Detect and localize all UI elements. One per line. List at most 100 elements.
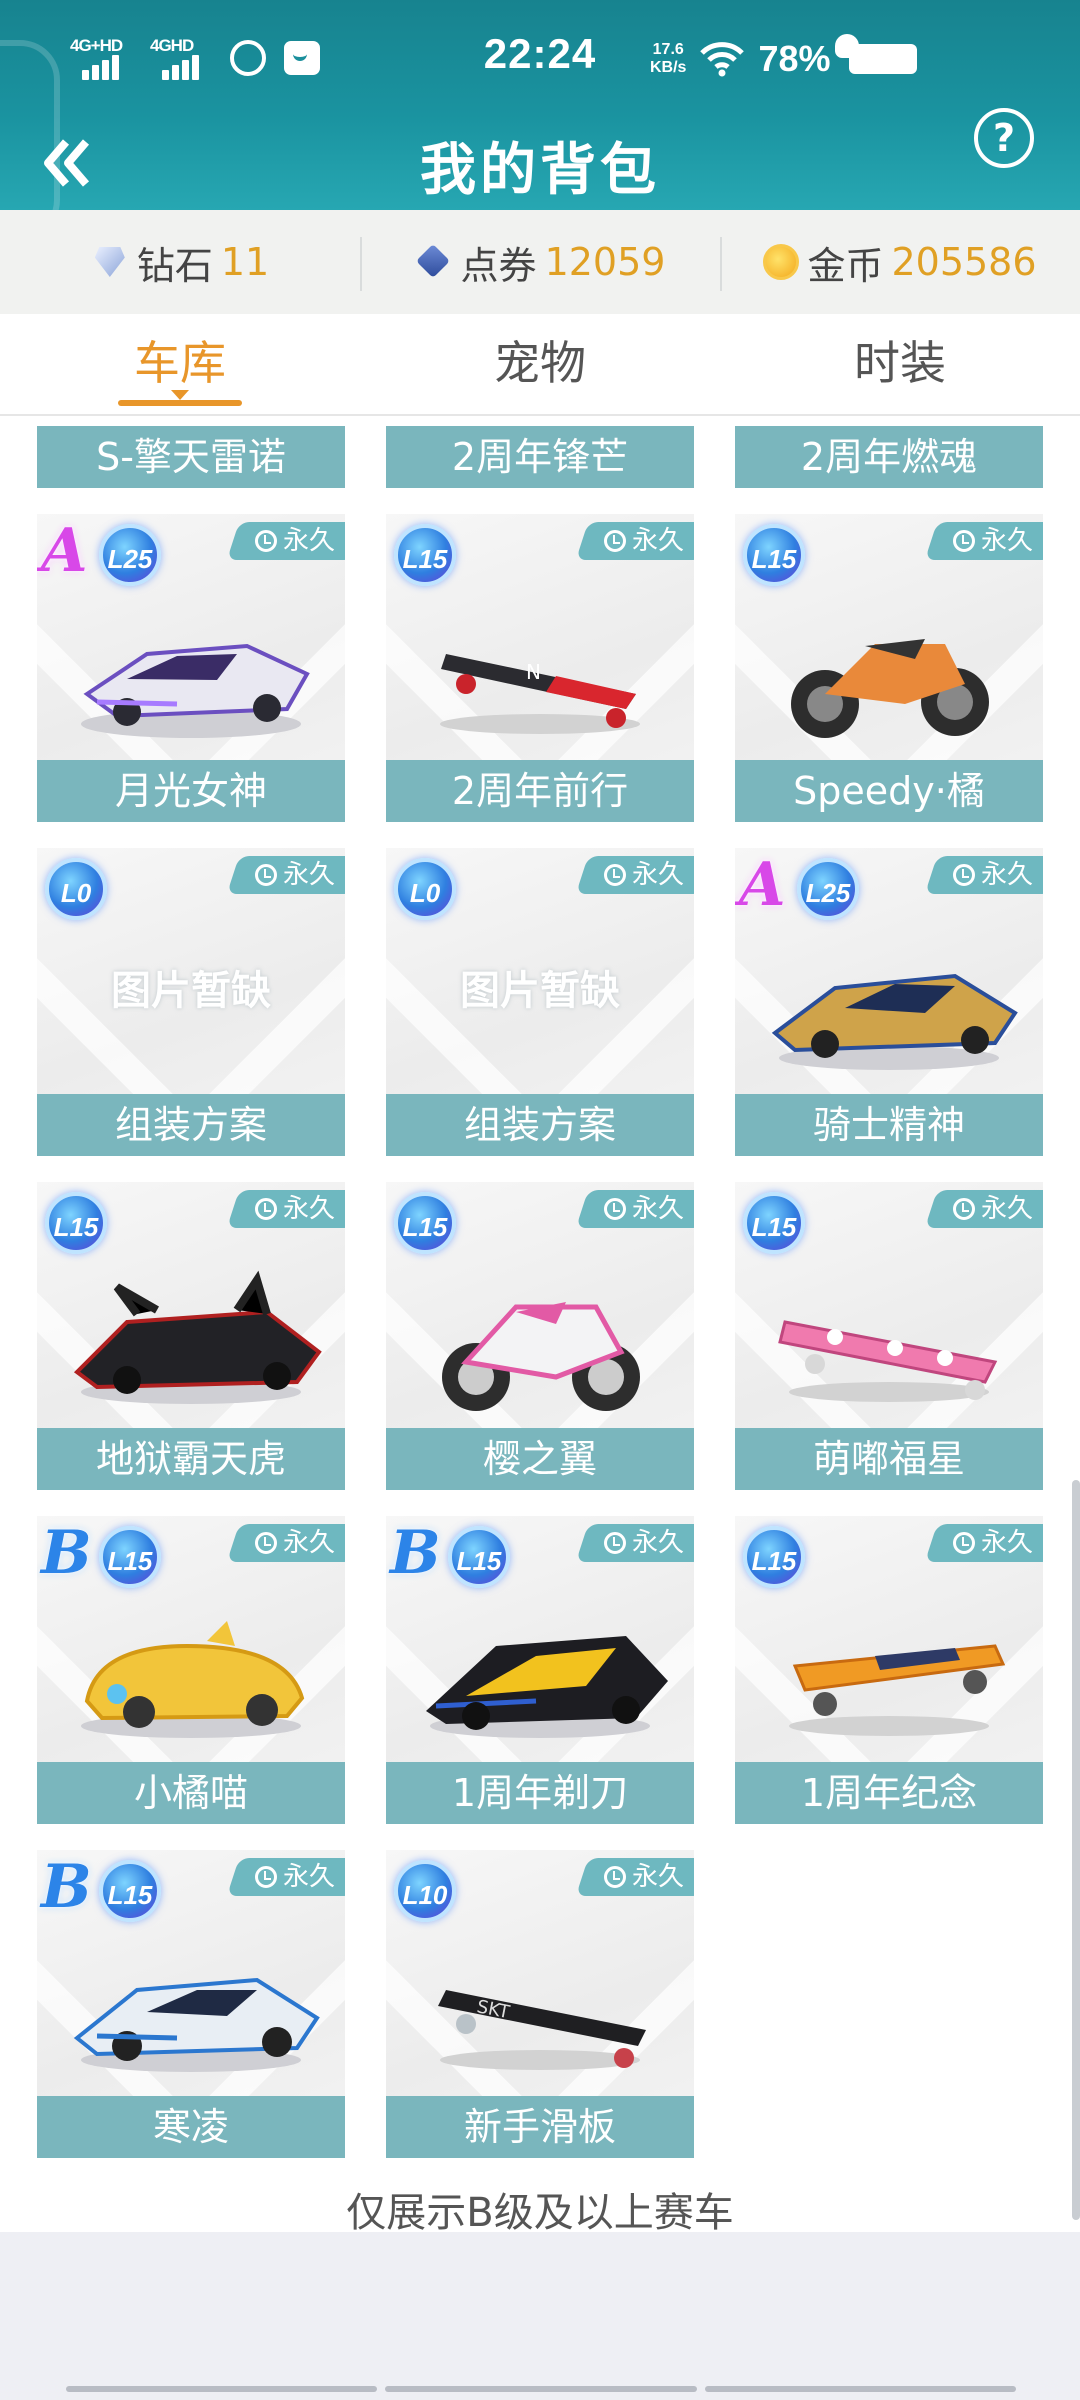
clock-icon <box>603 1532 626 1554</box>
level-badge: L0 <box>394 858 456 920</box>
permanent-tag: 永久 <box>575 856 694 894</box>
currency-value: 12059 <box>544 240 666 284</box>
tab-label: 宠物 <box>494 336 586 390</box>
scrollbar[interactable] <box>1072 1480 1080 2220</box>
currency-value: 205586 <box>891 240 1037 284</box>
clock-icon <box>254 1866 277 1888</box>
battery-level: 78% <box>758 38 831 79</box>
network-speed: 17.6 KB/s <box>650 41 686 77</box>
level-badge: L15 <box>99 1526 161 1588</box>
level-badge: L15 <box>743 1526 805 1588</box>
level-badge: L10 <box>394 1860 456 1922</box>
item-name: S-擎天雷诺 <box>37 426 345 488</box>
network-speed-unit: KB/s <box>650 59 687 76</box>
permanent-label: 永久 <box>631 860 684 890</box>
permanent-label: 永久 <box>631 1528 684 1558</box>
permanent-tag: 永久 <box>226 522 345 560</box>
item-image <box>789 1644 1006 1736</box>
level-badge: L0 <box>45 858 107 920</box>
garage-item[interactable]: B L15 永久 小橘喵 <box>37 1516 345 1824</box>
garage-item[interactable]: 2周年燃魂 <box>735 426 1043 488</box>
garage-item[interactable]: B L15 永久 寒凌 <box>37 1850 345 2158</box>
garage-grid: S-擎天雷诺 2周年锋芒 2周年燃魂 A L25 永久 月光女神 N L15 永久 2周年前行… <box>0 418 1080 2233</box>
garage-item[interactable]: A L25 永久 骑士精神 <box>735 848 1043 1156</box>
garage-item[interactable]: L15 永久 Speedy·橘 <box>735 514 1043 822</box>
level-badge: L15 <box>394 524 456 586</box>
item-name: 组装方案 <box>37 1094 345 1156</box>
permanent-tag: 永久 <box>924 1524 1043 1562</box>
item-name: 2周年锋芒 <box>386 426 694 488</box>
garage-item[interactable]: B L15 永久 1周年剃刀 <box>386 1516 694 1824</box>
currency-label: 点券 <box>460 243 537 288</box>
battery-icon <box>834 34 917 74</box>
permanent-tag: 永久 <box>924 856 1043 894</box>
item-name: 地狱霸天虎 <box>37 1428 345 1490</box>
garage-item[interactable]: N L15 永久 2周年前行 <box>386 514 694 822</box>
footnote: 仅展示B级及以上赛车 <box>346 2190 734 2236</box>
currency-label: 钻石 <box>136 243 213 288</box>
permanent-tag: 永久 <box>924 522 1043 560</box>
item-name: Speedy·橘 <box>735 760 1043 822</box>
level-badge: L15 <box>743 524 805 586</box>
permanent-label: 永久 <box>980 1528 1033 1558</box>
app-header: 4G+HD 4GHD 22:24 17.6 KB/s 78% 我的背包 ? <box>0 0 1080 210</box>
diamond-icon <box>91 247 129 277</box>
garage-item[interactable]: L15 永久 樱之翼 <box>386 1182 694 1490</box>
tab-bar: 车库 宠物 时装 <box>0 314 1080 416</box>
permanent-label: 永久 <box>282 1194 335 1224</box>
item-name: 萌嘟福星 <box>735 1428 1043 1490</box>
tab-pets[interactable]: 宠物 <box>360 314 720 414</box>
svg-text:SKT: SKT <box>475 1996 512 2023</box>
item-image <box>791 639 989 738</box>
rank-badge: A <box>41 516 88 586</box>
garage-item[interactable]: S-擎天雷诺 <box>37 426 345 488</box>
clock-icon <box>952 864 975 886</box>
tab-garage[interactable]: 车库 <box>0 314 360 414</box>
svg-text:N: N <box>526 660 541 684</box>
help-button[interactable]: ? <box>974 108 1034 168</box>
coupon-icon <box>415 245 453 279</box>
item-name: 月光女神 <box>37 760 345 822</box>
permanent-tag: 永久 <box>575 1858 694 1896</box>
level-badge: L15 <box>99 1860 161 1922</box>
currency-label: 金币 <box>807 243 884 288</box>
item-image <box>81 643 310 738</box>
item-name: 2周年燃魂 <box>735 426 1043 488</box>
tab-label: 时装 <box>854 336 946 390</box>
item-image: SKT <box>438 1990 646 2070</box>
permanent-label: 永久 <box>282 526 335 556</box>
level-badge: L25 <box>99 524 161 586</box>
permanent-tag: 永久 <box>924 1190 1043 1228</box>
item-name: 寒凌 <box>37 2096 345 2158</box>
garage-item[interactable]: A L25 永久月光女神 <box>37 514 345 822</box>
clock-icon <box>603 1866 626 1888</box>
garage-item[interactable]: L15 永久 萌嘟福星 <box>735 1182 1043 1490</box>
garage-item[interactable]: 2周年锋芒 <box>386 426 694 488</box>
tab-fashion[interactable]: 时装 <box>720 314 1080 414</box>
permanent-label: 永久 <box>631 526 684 556</box>
permanent-label: 永久 <box>980 526 1033 556</box>
tab-label: 车库 <box>134 336 226 390</box>
garage-item[interactable]: L15 永久 地狱霸天虎 <box>37 1182 345 1490</box>
item-name: 骑士精神 <box>735 1094 1043 1156</box>
wifi-icon <box>700 41 745 77</box>
item-name: 小橘喵 <box>37 1762 345 1824</box>
garage-item[interactable]: 图片暂缺 L0 永久 组装方案 <box>37 848 345 1156</box>
item-name: 1周年纪念 <box>735 1762 1043 1824</box>
status-bar: 4G+HD 4GHD 22:24 17.6 KB/s 78% <box>0 0 1080 120</box>
clock-icon <box>603 864 626 886</box>
garage-item[interactable]: L15 永久 1周年纪念 <box>735 1516 1043 1824</box>
garage-item[interactable]: SKT L10 永久 新手滑板 <box>386 1850 694 2158</box>
clock-icon <box>254 1532 277 1554</box>
permanent-label: 永久 <box>282 860 335 890</box>
permanent-label: 永久 <box>631 1194 684 1224</box>
garage-item[interactable]: 图片暂缺 L0 永久 组装方案 <box>386 848 694 1156</box>
item-name: 樱之翼 <box>386 1428 694 1490</box>
status-right: 17.6 KB/s 78% <box>650 34 917 80</box>
clock-icon <box>952 1198 975 1220</box>
permanent-tag: 永久 <box>575 522 694 560</box>
item-image <box>778 1320 998 1402</box>
rank-badge: B <box>41 1852 92 1922</box>
level-badge: L15 <box>448 1526 510 1588</box>
clock-icon <box>254 1198 277 1220</box>
